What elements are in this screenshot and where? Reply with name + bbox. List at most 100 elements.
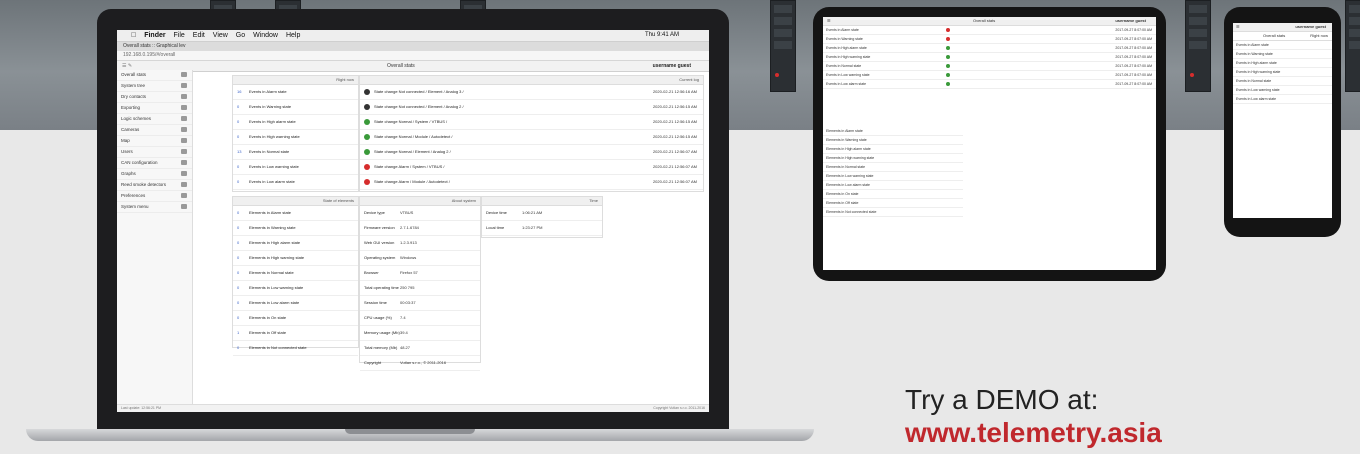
sidebar-item[interactable]: Users xyxy=(117,147,192,158)
menu-icon[interactable]: ☰ xyxy=(1236,23,1240,31)
list-item[interactable]: Events in Alarm state xyxy=(1233,41,1332,50)
list-item[interactable]: 0 Elements in Warning state xyxy=(233,221,358,236)
list-item[interactable]: 0 Elements in Low warning state xyxy=(233,281,358,296)
list-item[interactable]: 0 Events in Low warning state xyxy=(233,160,358,175)
list-item[interactable]: 0 Elements in Alarm state xyxy=(233,206,358,221)
menu-window[interactable]: Window xyxy=(253,32,278,39)
sidebar-item-icon xyxy=(181,193,187,198)
log-row[interactable]: State change Not connected / Element / A… xyxy=(360,85,703,100)
sidebar-item[interactable]: Graphs xyxy=(117,169,192,180)
log-row[interactable]: 2017-09-27 8:07:00 AM xyxy=(943,35,1156,44)
list-item[interactable]: 0 Elements in Normal state xyxy=(233,266,358,281)
list-item[interactable]: 13 Events in Normal state xyxy=(233,145,358,160)
item-label: Events in Alarm state xyxy=(826,28,859,32)
list-item[interactable]: 0 Elements in High warning state xyxy=(233,251,358,266)
log-row[interactable]: State change Normal / Element / Analog 2… xyxy=(360,145,703,160)
list-item[interactable]: Events in High warning state xyxy=(1233,68,1332,77)
list-item[interactable]: 0 Elements in On state xyxy=(233,311,358,326)
list-item[interactable]: Events in Warning state xyxy=(1233,50,1332,59)
tablet-screen: ☰ Overall stats username guest Events in… xyxy=(823,17,1156,270)
sidebar-item[interactable]: Overall stats xyxy=(117,70,192,81)
list-item[interactable]: Events in High warning state xyxy=(823,53,943,62)
log-row[interactable]: 2017-09-27 8:07:00 AM xyxy=(943,71,1156,80)
sidebar-item[interactable]: Reed smoke detectors xyxy=(117,180,192,191)
list-item[interactable]: 0 Events in High alarm state xyxy=(233,115,358,130)
list-item[interactable]: Events in High alarm state xyxy=(1233,59,1332,68)
menu-go[interactable]: Go xyxy=(236,32,245,39)
log-row[interactable]: State change Alarm / System / VTBUS / 202… xyxy=(360,160,703,175)
laptop-screen:  Finder File Edit View Go Window Help T… xyxy=(117,30,709,412)
demo-link[interactable]: www.telemetry.asia xyxy=(905,416,1162,450)
list-item[interactable]: 0 Elements in Not connected state xyxy=(233,341,358,356)
list-item[interactable]: Events in Normal state xyxy=(1233,77,1332,86)
sidebar-item[interactable]: System tree xyxy=(117,81,192,92)
list-item[interactable]: Events in Warning state xyxy=(823,35,943,44)
list-item[interactable]: Events in High alarm state xyxy=(823,44,943,53)
apple-icon[interactable]:  xyxy=(131,32,136,39)
info-row: Local time 1:23:27 PM xyxy=(482,221,602,236)
list-item[interactable]: Elements in Not connected state xyxy=(823,208,963,217)
menu-edit[interactable]: Edit xyxy=(193,32,205,39)
menu-help[interactable]: Help xyxy=(286,32,300,39)
sidebar-item[interactable]: Preferences xyxy=(117,191,192,202)
sidebar-item[interactable]: Exporting xyxy=(117,103,192,114)
list-item[interactable]: Elements in High warning state xyxy=(823,154,963,163)
user-label[interactable]: username guest xyxy=(653,61,691,71)
log-row[interactable]: State change Normal / Module / Autodetec… xyxy=(360,130,703,145)
phone-user[interactable]: username guest xyxy=(1295,23,1326,31)
list-item[interactable]: Elements in Low warning state xyxy=(823,172,963,181)
sidebar-item-label: Map xyxy=(121,138,130,143)
info-value: 1:23:27 PM xyxy=(522,225,543,230)
info-value: 250 795 xyxy=(400,285,415,290)
menu-finder[interactable]: Finder xyxy=(144,32,165,39)
menu-view[interactable]: View xyxy=(213,32,228,39)
list-item[interactable]: Events in Low alarm state xyxy=(1233,95,1332,104)
item-count: 0 xyxy=(237,225,240,230)
list-item[interactable]: Elements in Off state xyxy=(823,199,963,208)
list-item[interactable]: 0 Elements in High alarm state xyxy=(233,236,358,251)
log-row[interactable]: State change Not connected / Element / A… xyxy=(360,100,703,115)
list-item[interactable]: Elements in Warning state xyxy=(823,136,963,145)
info-label: CPU usage (%) xyxy=(364,315,392,320)
log-timestamp: 2017-09-27 8:07:00 AM xyxy=(1115,28,1152,32)
list-item[interactable]: 0 Elements in Low alarm state xyxy=(233,296,358,311)
sidebar-item[interactable]: CAN configuration xyxy=(117,158,192,169)
item-label: Elements in Low warning state xyxy=(249,285,304,290)
list-item[interactable]: Events in Low alarm state xyxy=(823,80,943,89)
info-label: Device time xyxy=(486,210,507,215)
list-item[interactable]: Elements in Alarm state xyxy=(823,127,963,136)
list-item[interactable]: Elements in Normal state xyxy=(823,163,963,172)
browser-tab[interactable]: Overall stats :: Graphical lev xyxy=(117,42,709,51)
sidebar-item[interactable]: Cameras xyxy=(117,125,192,136)
log-row[interactable]: 2017-09-27 8:07:00 AM xyxy=(943,62,1156,71)
log-row[interactable]: State change Alarm / Module / Autodetect… xyxy=(360,175,703,190)
sidebar-item[interactable]: System menu xyxy=(117,202,192,213)
list-item[interactable]: Events in Alarm state xyxy=(823,26,943,35)
list-item[interactable]: Elements in On state xyxy=(823,190,963,199)
sidebar-item[interactable]: Logic schemes xyxy=(117,114,192,125)
log-row[interactable]: State change Normal / System / VTBUS / 20… xyxy=(360,115,703,130)
sidebar-item[interactable]: Dry contacts xyxy=(117,92,192,103)
item-label: Elements in High alarm state xyxy=(826,147,871,151)
sidebar-item[interactable]: Map xyxy=(117,136,192,147)
list-item[interactable]: Events in Normal state xyxy=(823,62,943,71)
mac-menubar:  Finder File Edit View Go Window Help T… xyxy=(117,30,709,42)
list-item[interactable]: Elements in High alarm state xyxy=(823,145,963,154)
list-item[interactable]: Events in Low warning state xyxy=(1233,86,1332,95)
log-row[interactable]: 2017-09-27 8:07:00 AM xyxy=(943,80,1156,89)
log-row[interactable]: 2017-09-27 8:07:00 AM xyxy=(943,44,1156,53)
list-item[interactable]: Events in Low warning state xyxy=(823,71,943,80)
log-row[interactable]: 2017-09-27 8:07:00 AM xyxy=(943,53,1156,62)
list-item[interactable]: 1 Elements in Off state xyxy=(233,326,358,341)
tablet-user[interactable]: username guest xyxy=(1115,17,1146,25)
menu-file[interactable]: File xyxy=(174,32,185,39)
item-label: Elements in Not connected state xyxy=(249,345,307,350)
list-item[interactable]: 16 Events in Alarm state xyxy=(233,85,358,100)
list-item[interactable]: 0 Events in Warning state xyxy=(233,100,358,115)
address-bar[interactable]: 192.168.0.195/#/overall xyxy=(117,51,709,61)
menu-icon[interactable]: ☰ xyxy=(827,17,831,25)
list-item[interactable]: 0 Events in High warning state xyxy=(233,130,358,145)
list-item[interactable]: Elements in Low alarm state xyxy=(823,181,963,190)
list-item[interactable]: 0 Events in Low alarm state xyxy=(233,175,358,190)
log-row[interactable]: 2017-09-27 8:07:00 AM xyxy=(943,26,1156,35)
